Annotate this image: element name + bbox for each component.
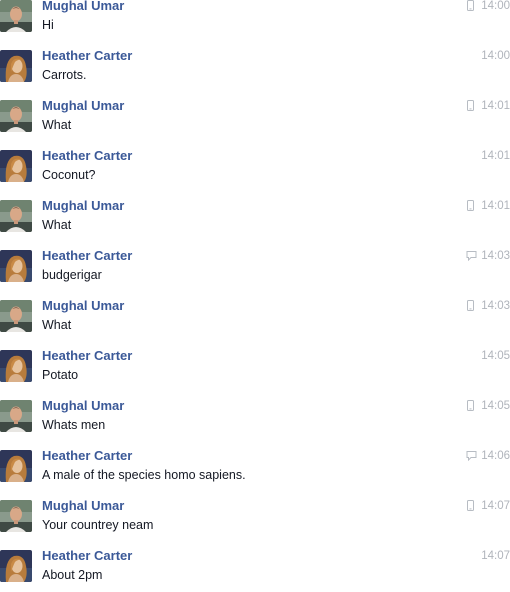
- timestamp: 14:03: [481, 300, 510, 312]
- message-text: What: [42, 118, 72, 132]
- message-text: Your countrey neam: [42, 518, 154, 532]
- message-text: Hi: [42, 18, 54, 32]
- timestamp: 14:03: [481, 250, 510, 262]
- chat-icon: [466, 450, 477, 461]
- message-row: Heather Carter Carrots. 14:00: [0, 42, 510, 92]
- message-text: What: [42, 218, 72, 232]
- message-text: Potato: [42, 368, 79, 382]
- message-text: What: [42, 318, 72, 332]
- avatar[interactable]: [0, 200, 32, 232]
- message-row: Heather Carter Potato 14:05: [0, 342, 510, 392]
- mobile-icon: [466, 300, 475, 311]
- sender-name[interactable]: Heather Carter: [42, 48, 132, 64]
- message-text: Coconut?: [42, 168, 96, 182]
- mobile-icon: [466, 500, 475, 511]
- avatar[interactable]: [0, 350, 32, 382]
- mobile-icon: [466, 200, 475, 211]
- sender-name[interactable]: Mughal Umar: [42, 198, 124, 214]
- message-row: Mughal Umar Whats men 14:05: [0, 392, 510, 442]
- message-text: A male of the species homo sapiens.: [42, 468, 246, 482]
- sender-name[interactable]: Mughal Umar: [42, 498, 124, 514]
- mobile-icon: [466, 100, 475, 111]
- message-row: Mughal Umar Hi 14:00: [0, 0, 510, 42]
- timestamp: 14:01: [481, 150, 510, 162]
- sender-name[interactable]: Mughal Umar: [42, 98, 124, 114]
- avatar[interactable]: [0, 0, 32, 32]
- sender-name[interactable]: Heather Carter: [42, 548, 132, 564]
- chat-icon: [466, 250, 477, 261]
- timestamp: 14:01: [481, 200, 510, 212]
- timestamp: 14:07: [481, 550, 510, 562]
- timestamp: 14:00: [481, 50, 510, 62]
- mobile-icon: [466, 400, 475, 411]
- avatar[interactable]: [0, 250, 32, 282]
- timestamp: 14:06: [481, 450, 510, 462]
- message-text: budgerigar: [42, 268, 102, 282]
- avatar[interactable]: [0, 150, 32, 182]
- message-text: Carrots.: [42, 68, 87, 82]
- message-text: Whats men: [42, 418, 106, 432]
- timestamp: 14:07: [481, 500, 510, 512]
- message-row: Mughal Umar What 14:01: [0, 92, 510, 142]
- sender-name[interactable]: Mughal Umar: [42, 398, 124, 414]
- avatar[interactable]: [0, 100, 32, 132]
- mobile-icon: [466, 0, 475, 11]
- avatar[interactable]: [0, 450, 32, 482]
- message-row: Mughal Umar What 14:03: [0, 292, 510, 342]
- sender-name[interactable]: Mughal Umar: [42, 298, 124, 314]
- timestamp: 14:05: [481, 350, 510, 362]
- chat-message-list: Mughal Umar Hi 14:00 Heather Carter Carr…: [0, 0, 510, 592]
- sender-name[interactable]: Heather Carter: [42, 148, 132, 164]
- timestamp: 14:05: [481, 400, 510, 412]
- avatar[interactable]: [0, 50, 32, 82]
- sender-name[interactable]: Heather Carter: [42, 448, 132, 464]
- message-text: About 2pm: [42, 568, 103, 582]
- avatar[interactable]: [0, 550, 32, 582]
- avatar[interactable]: [0, 400, 32, 432]
- message-row: Mughal Umar What 14:01: [0, 192, 510, 242]
- message-row: Mughal Umar Your countrey neam 14:07: [0, 492, 510, 542]
- message-row: Heather Carter About 2pm 14:07: [0, 542, 510, 592]
- sender-name[interactable]: Heather Carter: [42, 248, 132, 264]
- message-row: Heather Carter Coconut? 14:01: [0, 142, 510, 192]
- avatar[interactable]: [0, 500, 32, 532]
- sender-name[interactable]: Mughal Umar: [42, 0, 124, 14]
- timestamp: 14:00: [481, 0, 510, 12]
- avatar[interactable]: [0, 300, 32, 332]
- message-row: Heather Carter budgerigar 14:03: [0, 242, 510, 292]
- sender-name[interactable]: Heather Carter: [42, 348, 132, 364]
- timestamp: 14:01: [481, 100, 510, 112]
- message-row: Heather Carter A male of the species hom…: [0, 442, 510, 492]
